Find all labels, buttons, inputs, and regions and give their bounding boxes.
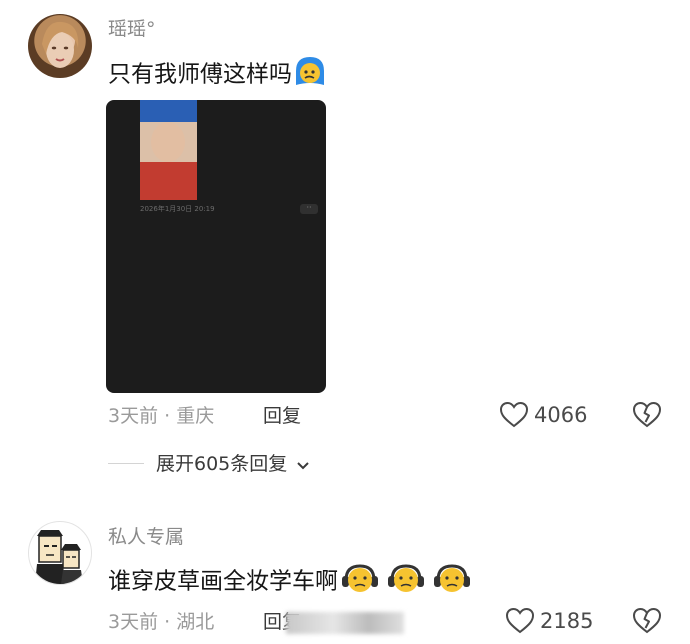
avatar-photo <box>42 21 79 68</box>
headphone-face-emoji-icon <box>340 562 380 602</box>
comment-image[interactable]: 2026年1月30日 20:19 ·· <box>106 100 326 393</box>
user-avatar[interactable] <box>28 14 92 78</box>
broken-heart-icon <box>632 607 662 639</box>
broken-heart-icon <box>632 401 662 433</box>
comment-username[interactable]: 私人专属 <box>108 525 184 549</box>
person-face <box>151 122 185 162</box>
like-count: 2185 <box>540 609 594 633</box>
chevron-down-icon <box>296 456 310 475</box>
user-avatar[interactable] <box>28 521 92 585</box>
comment-username[interactable]: 瑶瑶° <box>108 17 156 41</box>
heart-outline-icon <box>499 401 529 433</box>
image-timestamp: 2026年1月30日 20:19 <box>140 205 215 213</box>
expand-replies-button[interactable]: 展开605条回复 <box>156 451 310 477</box>
cartoon-avatar <box>35 530 83 584</box>
comment-text-content: 谁穿皮草画全妆学车啊 <box>108 568 338 595</box>
blurred-overlay <box>286 612 404 634</box>
comment-text-content: 只有我师傅这样吗 <box>108 61 292 88</box>
image-menu-icon: ·· <box>300 204 318 214</box>
expand-replies-label: 展开605条回复 <box>156 453 288 475</box>
comment-meta: 3天前 · 湖北 <box>108 611 215 633</box>
comment-meta: 3天前 · 重庆 <box>108 405 215 427</box>
comment-text: 只有我师傅这样吗 <box>108 55 328 95</box>
wave-face-emoji-icon <box>292 55 328 95</box>
headphone-face-emoji-icon <box>432 562 472 602</box>
heart-outline-icon <box>505 607 535 639</box>
dislike-button[interactable] <box>632 607 662 639</box>
dislike-button[interactable] <box>632 401 662 433</box>
reply-button[interactable]: 回复 <box>263 403 301 429</box>
video-call-thumbnail <box>140 100 197 200</box>
expand-divider <box>108 463 144 464</box>
comment-text: 谁穿皮草画全妆学车啊 <box>108 562 472 602</box>
like-count: 4066 <box>534 403 588 427</box>
headphone-face-emoji-icon <box>386 562 426 602</box>
